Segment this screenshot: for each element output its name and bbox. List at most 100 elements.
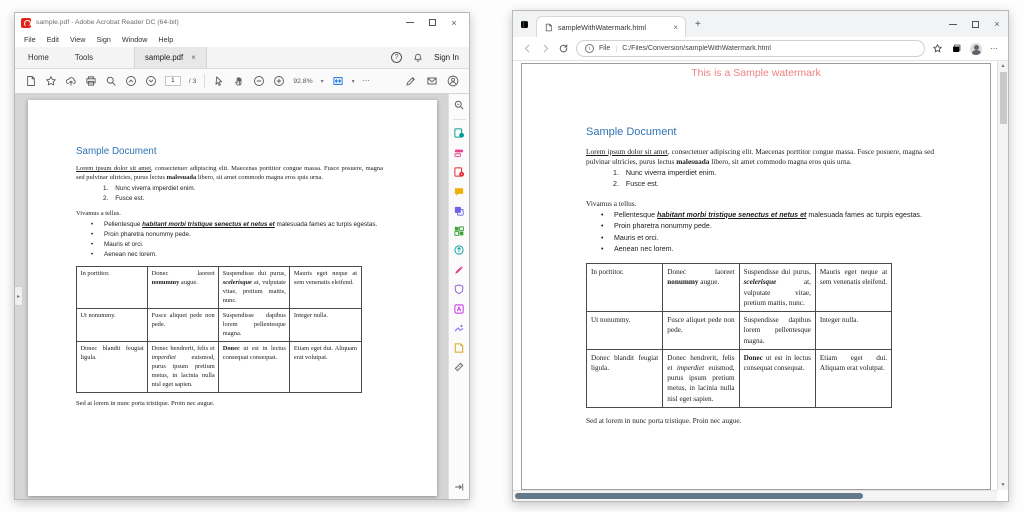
table-cell: Integer nulla. — [815, 312, 891, 350]
fit-dropdown-icon[interactable]: ▾ — [352, 78, 355, 85]
edge-titlebar: sampleWithWatermark.html × + × — [513, 11, 1008, 37]
minimize-button[interactable] — [399, 13, 421, 32]
maximize-button[interactable] — [964, 11, 986, 37]
list-item: •Mauris et orci. — [91, 240, 383, 250]
vertical-scrollbar[interactable]: ▲ ▼ — [997, 61, 1008, 490]
maximize-button[interactable] — [421, 13, 443, 32]
tab-home[interactable]: Home — [15, 47, 62, 68]
stamp-icon[interactable] — [453, 342, 465, 354]
acrobat-titlebar: sample.pdf - Adobe Acrobat Reader DC (64… — [15, 13, 469, 32]
fill-sign-icon[interactable] — [453, 264, 465, 276]
search-icon[interactable] — [105, 75, 117, 87]
edit-pdf-icon[interactable] — [453, 166, 465, 178]
horizontal-scrollbar[interactable] — [513, 490, 997, 501]
combine-files-icon[interactable] — [453, 205, 465, 217]
scan-ocr-icon[interactable] — [453, 303, 465, 315]
scroll-up-icon[interactable]: ▲ — [998, 63, 1008, 69]
pdf-page: Sample Document Lorem ipsum dolor sit am… — [28, 100, 437, 496]
refresh-icon[interactable] — [558, 43, 569, 54]
toolbar-divider — [204, 74, 205, 88]
select-cursor-icon[interactable] — [213, 75, 225, 87]
close-button[interactable]: × — [443, 13, 465, 32]
new-tab-button[interactable]: + — [686, 19, 710, 30]
create-pdf-icon[interactable] — [453, 147, 465, 159]
export-pdf-icon[interactable] — [453, 127, 465, 139]
document-table: In porttitor. Donec laoreet nonummy augu… — [586, 263, 892, 408]
tab-tools[interactable]: Tools — [62, 47, 106, 68]
favorites-star-icon[interactable] — [932, 43, 943, 54]
menu-help[interactable]: Help — [158, 35, 173, 44]
hand-tool-icon[interactable] — [233, 75, 245, 87]
paragraph: Vivamus a tellus. — [586, 199, 934, 209]
table-cell: Donec ut est in lectus consequat consequ… — [219, 342, 290, 393]
sign-in-button[interactable]: Sign In — [434, 53, 459, 62]
notification-bell-icon[interactable] — [412, 52, 424, 64]
menu-edit[interactable]: Edit — [47, 35, 59, 44]
certificates-icon[interactable] — [453, 322, 465, 334]
email-envelope-icon[interactable] — [426, 75, 438, 87]
edge-toolbar: i File | C:/Files/Conversion/sampleWithW… — [513, 37, 1008, 61]
print-icon[interactable] — [85, 75, 97, 87]
settings-more-icon[interactable]: ⋯ — [990, 44, 999, 53]
bullet-marker: • — [601, 244, 603, 255]
scroll-down-icon[interactable]: ▼ — [998, 482, 1008, 488]
browser-tab[interactable]: sampleWithWatermark.html × — [536, 16, 686, 37]
list-item: •Pellentesque habitant morbi tristique s… — [601, 210, 934, 221]
tab-actions-icon[interactable] — [519, 19, 530, 30]
menu-window[interactable]: Window — [122, 35, 148, 44]
star-icon[interactable] — [45, 75, 57, 87]
close-tab-icon[interactable]: × — [673, 23, 678, 32]
bullet-marker: • — [91, 250, 93, 260]
menu-sign[interactable]: Sign — [96, 35, 110, 44]
numbered-list: 1.Nunc viverra imperdiet enim. 2.Fusce e… — [613, 168, 934, 191]
page-favicon — [544, 23, 553, 32]
previous-page-icon[interactable] — [125, 75, 137, 87]
address-bar[interactable]: i File | C:/Files/Conversion/sampleWithW… — [576, 40, 925, 57]
close-button[interactable]: × — [986, 11, 1008, 37]
zoom-level-value[interactable]: 92.8% — [293, 78, 312, 85]
table-cell: Ut nonummy. — [587, 312, 663, 350]
measure-icon[interactable] — [453, 361, 465, 373]
close-tab-icon[interactable]: × — [191, 53, 196, 62]
collections-icon[interactable] — [951, 43, 962, 54]
acrobat-reader-window: sample.pdf - Adobe Acrobat Reader DC (64… — [14, 12, 470, 500]
tab-document[interactable]: sample.pdf × — [134, 47, 207, 68]
navigation-pane-expander[interactable]: ▸ — [15, 286, 23, 306]
scrollbar-thumb[interactable] — [1000, 72, 1007, 124]
zoom-out-icon[interactable] — [253, 75, 265, 87]
toolbar-more-icon[interactable]: ⋯ — [363, 77, 370, 85]
fit-width-icon[interactable] — [332, 75, 344, 87]
compress-pdf-icon[interactable] — [453, 244, 465, 256]
search-tools-icon[interactable] — [453, 99, 465, 111]
back-icon[interactable] — [522, 43, 533, 54]
zoom-in-icon[interactable] — [273, 75, 285, 87]
table-cell: Donec laoreet nonummy augue. — [148, 267, 219, 309]
sign-pen-icon[interactable] — [405, 75, 417, 87]
protect-pdf-icon[interactable] — [453, 283, 465, 295]
account-profile-icon[interactable] — [447, 75, 459, 87]
next-page-icon[interactable] — [145, 75, 157, 87]
menu-file[interactable]: File — [24, 35, 36, 44]
table-cell: Donec hendrerit, felis et imperdiet euis… — [663, 349, 739, 407]
table-cell: Donec blandit feugiat ligula. — [77, 342, 148, 393]
url-divider: | — [615, 44, 617, 53]
page-number-input[interactable]: 1 — [165, 76, 181, 87]
minimize-button[interactable] — [942, 11, 964, 37]
share-cloud-icon[interactable] — [65, 75, 77, 87]
table-cell: Integer nulla. — [290, 309, 361, 342]
comment-icon[interactable] — [453, 186, 465, 198]
page-info-icon[interactable]: i — [585, 44, 594, 53]
save-file-icon[interactable] — [25, 75, 37, 87]
organize-pages-icon[interactable] — [453, 225, 465, 237]
help-icon[interactable]: ? — [391, 52, 402, 63]
table-row: Donec blandit feugiat ligula. Donec hend… — [587, 349, 892, 407]
zoom-dropdown-icon[interactable]: ▾ — [321, 78, 324, 85]
window-controls: × — [942, 11, 1008, 37]
forward-icon[interactable] — [540, 43, 551, 54]
html-page: This is a Sample watermark Sample Docume… — [521, 63, 991, 490]
table-row: In porttitor. Donec laoreet nonummy augu… — [587, 264, 892, 312]
profile-avatar[interactable] — [970, 43, 982, 55]
scrollbar-thumb[interactable] — [515, 493, 863, 499]
expand-tools-panel-icon[interactable] — [453, 481, 465, 493]
menu-view[interactable]: View — [70, 35, 85, 44]
